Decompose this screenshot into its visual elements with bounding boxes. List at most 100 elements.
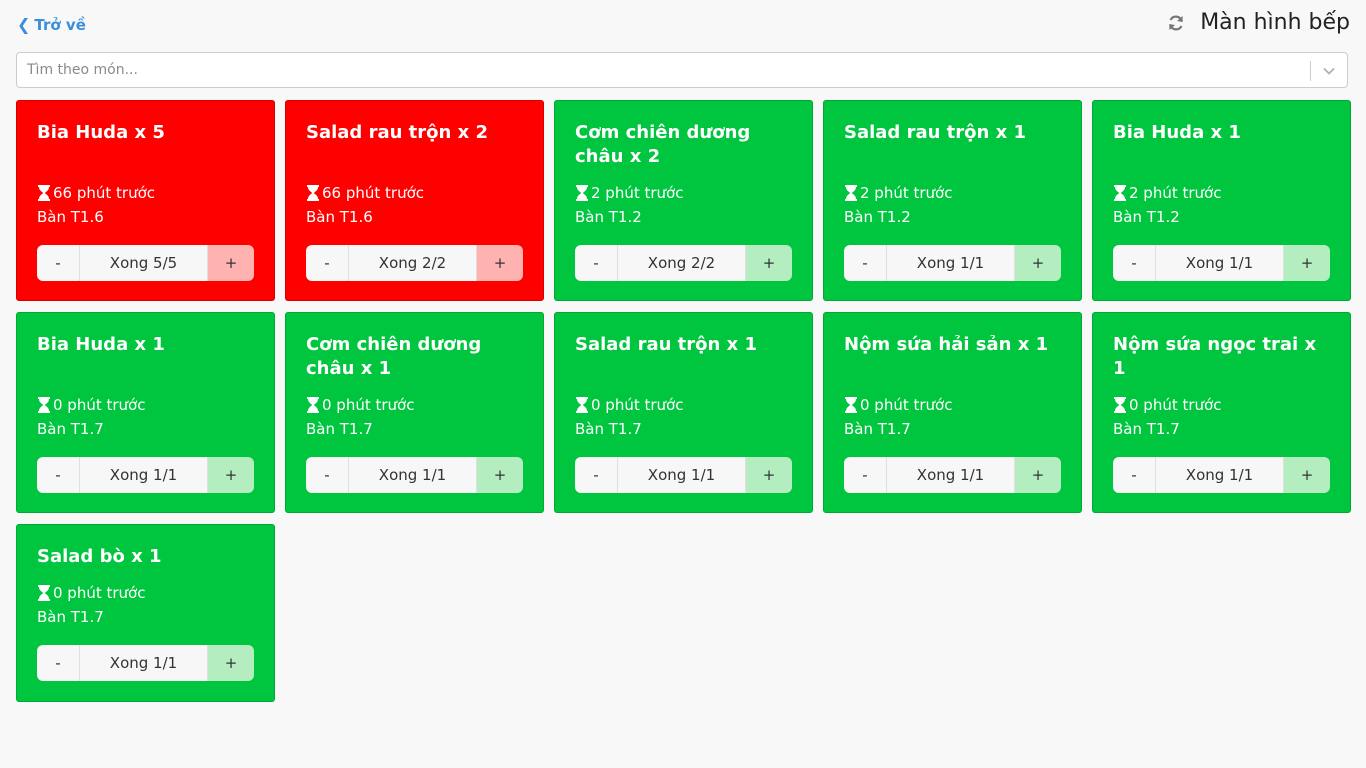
increment-button[interactable]: + [477,457,523,493]
quantity-stepper: - Xong 1/1 + [844,457,1061,493]
table-label: Bàn T1.2 [1113,208,1180,226]
order-card: Bia Huda x 1 0 phút trước Bàn T1.7 - Xon… [16,312,275,513]
decrement-button[interactable]: - [37,645,80,681]
elapsed-time: 66 phút trước [37,181,254,205]
dish-name: Bia Huda x 1 [37,334,165,355]
hourglass-icon [307,185,319,201]
table-label: Bàn T1.7 [37,420,104,438]
increment-button[interactable]: + [1284,245,1330,281]
elapsed-time-text: 66 phút trước [53,184,156,202]
search-select[interactable] [16,52,1348,88]
decrement-button[interactable]: - [37,457,80,493]
table-label: Bàn T1.6 [306,208,373,226]
dish-name: Salad bò x 1 [37,546,162,567]
dish-name: Bia Huda x 1 [1113,122,1241,143]
dish-name: Salad rau trộn x 1 [575,334,758,355]
table-label: Bàn T1.7 [575,420,642,438]
done-status-button[interactable]: Xong 1/1 [887,245,1015,281]
done-status-button[interactable]: Xong 1/1 [349,457,477,493]
order-card: Bia Huda x 5 66 phút trước Bàn T1.6 - Xo… [16,100,275,301]
hourglass-icon [38,185,50,201]
increment-button[interactable]: + [1284,457,1330,493]
done-status-button[interactable]: Xong 2/2 [349,245,477,281]
back-label: Trở về [34,16,86,34]
increment-button[interactable]: + [208,457,254,493]
decrement-button[interactable]: - [844,457,887,493]
increment-button[interactable]: + [208,645,254,681]
table-label: Bàn T1.7 [37,608,104,626]
increment-button[interactable]: + [746,245,792,281]
hourglass-icon [1114,185,1126,201]
increment-button[interactable]: + [1015,245,1061,281]
done-status-button[interactable]: Xong 1/1 [80,645,208,681]
search-input[interactable] [17,53,1307,87]
order-card: Nộm sứa hải sản x 1 0 phút trước Bàn T1.… [823,312,1082,513]
elapsed-time-text: 2 phút trước [1129,184,1222,202]
back-link[interactable]: ❮ Trở về [17,16,86,34]
dish-name: Salad rau trộn x 1 [844,122,1027,143]
increment-button[interactable]: + [477,245,523,281]
chevron-down-icon[interactable] [1322,64,1336,78]
increment-button[interactable]: + [208,245,254,281]
dish-name: Nộm sứa hải sản x 1 [844,334,1049,355]
elapsed-time-text: 2 phút trước [860,184,953,202]
elapsed-time: 2 phút trước [575,181,792,205]
elapsed-time: 0 phút trước [306,393,523,417]
quantity-stepper: - Xong 1/1 + [306,457,523,493]
table-label: Bàn T1.2 [844,208,911,226]
quantity-stepper: - Xong 5/5 + [37,245,254,281]
hourglass-icon [845,397,857,413]
elapsed-time-text: 0 phút trước [53,584,146,602]
elapsed-time-text: 66 phút trước [322,184,425,202]
done-status-button[interactable]: Xong 1/1 [887,457,1015,493]
decrement-button[interactable]: - [575,457,618,493]
elapsed-time-text: 2 phút trước [591,184,684,202]
decrement-button[interactable]: - [1113,245,1156,281]
done-status-button[interactable]: Xong 1/1 [1156,457,1284,493]
done-status-button[interactable]: Xong 5/5 [80,245,208,281]
order-card: Cơm chiên dương châu x 1 0 phút trước Bà… [285,312,544,513]
refresh-icon[interactable] [1166,13,1186,33]
elapsed-time: 0 phút trước [844,393,1061,417]
decrement-button[interactable]: - [575,245,618,281]
hourglass-icon [845,185,857,201]
done-status-button[interactable]: Xong 1/1 [1156,245,1284,281]
order-card: Salad rau trộn x 1 2 phút trước Bàn T1.2… [823,100,1082,301]
chevron-left-icon: ❮ [17,15,31,34]
increment-button[interactable]: + [746,457,792,493]
quantity-stepper: - Xong 1/1 + [575,457,792,493]
order-card: Salad rau trộn x 2 66 phút trước Bàn T1.… [285,100,544,301]
elapsed-time: 2 phút trước [1113,181,1330,205]
quantity-stepper: - Xong 1/1 + [844,245,1061,281]
elapsed-time: 0 phút trước [37,581,254,605]
table-label: Bàn T1.7 [306,420,373,438]
order-card: Salad bò x 1 0 phút trước Bàn T1.7 - Xon… [16,524,275,702]
elapsed-time: 2 phút trước [844,181,1061,205]
elapsed-time-text: 0 phút trước [1129,396,1222,414]
dish-name: Salad rau trộn x 2 [306,122,489,143]
quantity-stepper: - Xong 2/2 + [306,245,523,281]
decrement-button[interactable]: - [844,245,887,281]
search-divider [1310,61,1311,81]
hourglass-icon [38,397,50,413]
decrement-button[interactable]: - [306,245,349,281]
done-status-button[interactable]: Xong 1/1 [618,457,746,493]
top-bar: ❮ Trở về Màn hình bếp [0,0,1366,52]
decrement-button[interactable]: - [306,457,349,493]
order-card: Nộm sứa ngọc trai x 1 0 phút trước Bàn T… [1092,312,1351,513]
hourglass-icon [576,397,588,413]
order-card: Bia Huda x 1 2 phút trước Bàn T1.2 - Xon… [1092,100,1351,301]
quantity-stepper: - Xong 1/1 + [37,457,254,493]
quantity-stepper: - Xong 1/1 + [1113,245,1330,281]
table-label: Bàn T1.6 [37,208,104,226]
order-card: Salad rau trộn x 1 0 phút trước Bàn T1.7… [554,312,813,513]
dish-name: Cơm chiên dương châu x 1 [306,334,482,379]
dish-name: Bia Huda x 5 [37,122,165,143]
decrement-button[interactable]: - [37,245,80,281]
done-status-button[interactable]: Xong 1/1 [80,457,208,493]
decrement-button[interactable]: - [1113,457,1156,493]
elapsed-time-text: 0 phút trước [591,396,684,414]
done-status-button[interactable]: Xong 2/2 [618,245,746,281]
elapsed-time: 0 phút trước [37,393,254,417]
increment-button[interactable]: + [1015,457,1061,493]
